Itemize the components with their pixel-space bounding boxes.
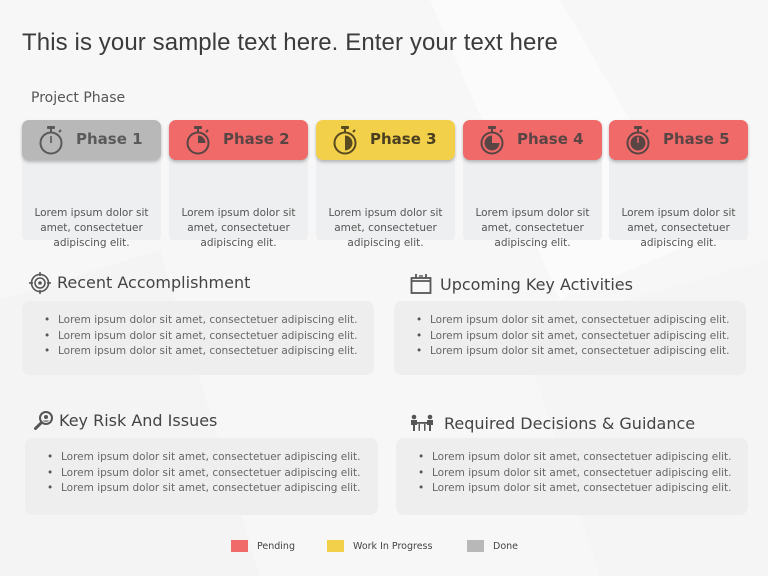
legend-label: Work In Progress [353,540,433,552]
calendar-icon [410,274,432,294]
stopwatch-half-icon [333,126,357,155]
stopwatch-empty-icon [39,126,63,155]
phase-header: Phase 1 [22,120,161,160]
required-decisions-title: Required Decisions & Guidance [444,414,696,433]
phase-card-3[interactable]: Lorem ipsum dolor sit amet, consectetuer… [316,120,455,249]
legend-swatch-done [467,540,484,552]
required-decisions-box: Lorem ipsum dolor sit amet, consectetuer… [396,438,748,515]
phase-description: Lorem ipsum dolor sit amet, consectetuer… [34,207,149,249]
legend-label: Done [493,540,518,552]
list-item: Lorem ipsum dolor sit amet, consectetuer… [418,466,748,482]
phase-label: Phase 2 [223,130,290,148]
list-item: Lorem ipsum dolor sit amet, consectetuer… [418,481,748,497]
legend-swatch-pending [231,540,248,552]
phase-description: Lorem ipsum dolor sit amet, consectetuer… [181,207,296,249]
phase-body: Lorem ipsum dolor sit amet, consectetuer… [169,150,308,249]
slide-title: This is your sample text here. Enter you… [22,29,558,56]
legend-label: Pending [257,540,295,552]
legend-item-work-in-progress: Work In Progress [327,540,432,552]
phase-description: Lorem ipsum dolor sit amet, consectetuer… [328,207,443,249]
list-item: Lorem ipsum dolor sit amet, consectetuer… [44,329,374,345]
list-item: Lorem ipsum dolor sit amet, consectetuer… [47,450,378,466]
phase-body: Lorem ipsum dolor sit amet, consectetuer… [316,150,455,249]
phase-card-1[interactable]: Lorem ipsum dolor sit amet, consectetuer… [22,120,161,249]
phase-label: Phase 4 [517,130,584,148]
legend-item-pending: Pending [231,540,295,552]
list-item: Lorem ipsum dolor sit amet, consectetuer… [416,313,746,329]
phase-cards: Lorem ipsum dolor sit amet, consectetuer… [22,120,748,249]
legend-swatch-wip [327,540,344,552]
key-risk-and-issues-box: Lorem ipsum dolor sit amet, consectetuer… [25,438,378,515]
upcoming-key-activities-title: Upcoming Key Activities [440,275,633,294]
phase-label: Phase 1 [76,130,143,148]
list-item: Lorem ipsum dolor sit amet, consectetuer… [418,450,748,466]
stopwatch-quarter-icon [186,126,210,155]
phase-description: Lorem ipsum dolor sit amet, consectetuer… [621,207,736,249]
stopwatch-three-quarter-icon [480,126,504,155]
recent-accomplishment-title: Recent Accomplishment [57,273,251,292]
list-item: Lorem ipsum dolor sit amet, consectetuer… [416,344,746,360]
target-icon [29,272,51,294]
phase-description: Lorem ipsum dolor sit amet, consectetuer… [475,207,590,249]
phase-header: Phase 5 [609,120,748,160]
list-item: Lorem ipsum dolor sit amet, consectetuer… [44,313,374,329]
list-item: Lorem ipsum dolor sit amet, consectetuer… [47,481,378,497]
magnifier-icon [34,411,53,430]
key-risk-and-issues-title: Key Risk And Issues [59,411,218,430]
stopwatch-full-icon [626,126,650,155]
phase-header: Phase 2 [169,120,308,160]
phase-card-4[interactable]: Lorem ipsum dolor sit amet, consectetuer… [463,120,602,249]
phase-body: Lorem ipsum dolor sit amet, consectetuer… [22,150,161,249]
meeting-icon [411,414,433,431]
phase-label: Phase 5 [663,130,730,148]
upcoming-key-activities-box: Lorem ipsum dolor sit amet, consectetuer… [394,301,746,375]
list-item: Lorem ipsum dolor sit amet, consectetuer… [47,466,378,482]
list-item: Lorem ipsum dolor sit amet, consectetuer… [416,329,746,345]
project-phase-label: Project Phase [31,90,126,106]
phase-body: Lorem ipsum dolor sit amet, consectetuer… [609,150,748,249]
phase-card-2[interactable]: Lorem ipsum dolor sit amet, consectetuer… [169,120,308,249]
phase-card-5[interactable]: Lorem ipsum dolor sit amet, consectetuer… [609,120,748,249]
recent-accomplishment-box: Lorem ipsum dolor sit amet, consectetuer… [22,301,374,375]
phase-header: Phase 4 [463,120,602,160]
legend-item-done: Done [467,540,518,552]
phase-body: Lorem ipsum dolor sit amet, consectetuer… [463,150,602,249]
phase-label: Phase 3 [370,130,437,148]
phase-header: Phase 3 [316,120,455,160]
list-item: Lorem ipsum dolor sit amet, consectetuer… [44,344,374,360]
